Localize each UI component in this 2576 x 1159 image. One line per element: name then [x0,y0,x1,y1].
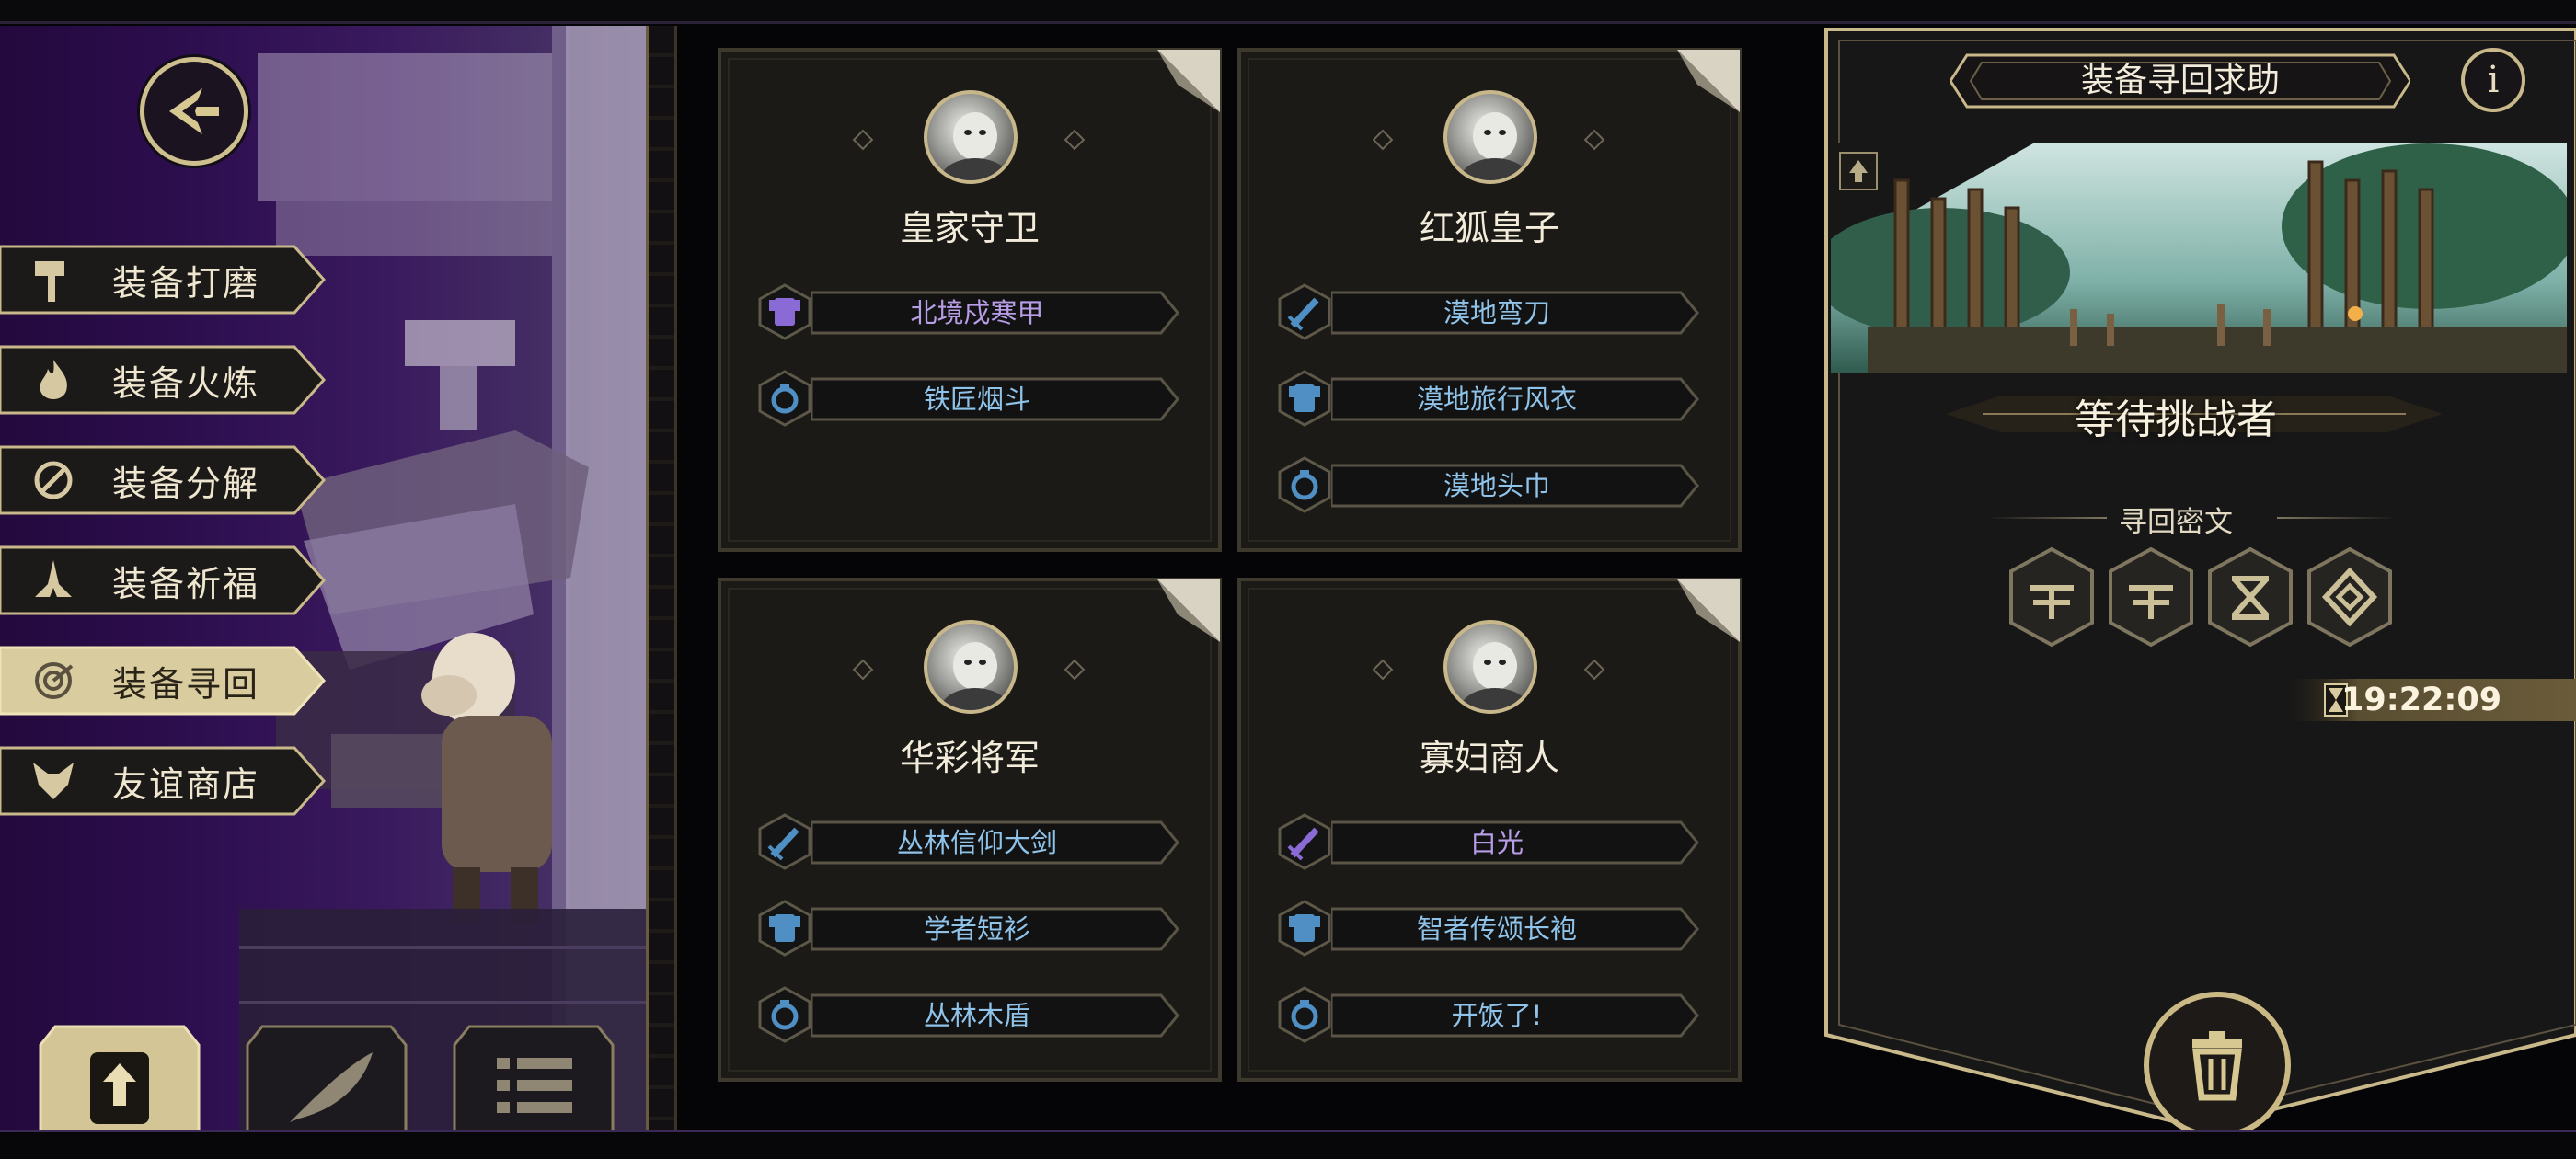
cipher-runes [2006,545,2396,648]
equipment-item[interactable]: 丛林信仰大剑 [756,813,1179,870]
character-name: 寡妇商人 [1419,738,1559,778]
info-button[interactable]: i [2461,48,2525,112]
left-panel: 装备打磨 装备火炼 装备分解 装备祈福 装备寻回 友谊商店 [0,26,649,1130]
sword-icon [1278,813,1331,870]
menu-item-label: 装备打磨 [112,262,260,304]
armor-icon [758,283,811,340]
menu-item-polish[interactable]: 装备打磨 [0,243,331,316]
menu-item-label: 装备分解 [112,463,260,504]
menu-item-retrieve[interactable]: 装备寻回 [0,644,331,717]
menu-item-bless[interactable]: 装备祈福 [0,544,331,617]
sword-icon [1278,283,1331,340]
delete-button[interactable] [2144,992,2291,1139]
flame-icon [22,349,85,411]
panel-title: 装备寻回求助 [2080,62,2280,99]
top-border [0,0,2576,24]
side-menu: 装备打磨 装备火炼 装备分解 装备祈福 装备寻回 友谊商店 [0,243,331,844]
back-arrow-icon [169,88,219,134]
info-icon: i [2487,59,2500,101]
rune-1-icon[interactable] [2006,545,2098,648]
challenger-card[interactable]: 皇家守卫 北境戍寒甲 铁匠烟斗 [718,48,1222,552]
character-name: 皇家守卫 [899,208,1040,248]
menu-item-label: 装备火炼 [112,362,260,404]
equipment-item[interactable]: 学者短衫 [756,900,1179,957]
rune-4-icon[interactable] [2304,545,2396,648]
back-button[interactable] [140,57,248,166]
ring-icon [1278,986,1331,1043]
equipment-name: 丛林信仰大剑 [896,827,1057,858]
character-portrait [1443,90,1537,184]
fox-head-icon [22,750,85,812]
character-portrait [1443,620,1537,714]
equipment-item[interactable]: 北境戍寒甲 [756,283,1179,340]
equipment-name: 漠地头巾 [1443,470,1550,501]
armor-icon [758,900,811,957]
tab-feather[interactable] [244,1021,409,1130]
stage-landscape-image [1831,143,2567,373]
ring-icon [758,370,811,427]
cipher-line-right [2277,517,2397,519]
equipment-item[interactable]: 铁匠烟斗 [756,370,1179,427]
equipment-name: 丛林木盾 [923,1000,1030,1031]
equipment-name: 漠地旅行风衣 [1416,384,1577,415]
trash-icon [2192,1031,2242,1101]
disassemble-icon [22,449,85,511]
status-text: 等待挑战者 [2075,396,2277,443]
menu-item-friendship-shop[interactable]: 友谊商店 [0,744,331,818]
menu-item-label: 装备寻回 [112,663,260,705]
equipment-name: 白光 [1469,827,1524,858]
tab-upload[interactable] [37,1021,202,1130]
equipment-name: 北境戍寒甲 [910,297,1044,328]
equipment-item[interactable]: 漠地弯刀 [1276,283,1699,340]
armor-icon [1278,900,1331,957]
right-panel: 装备寻回求助 i 等待挑战者 寻回密文 19:22:09 [1817,28,2576,1139]
equipment-name: 学者短衫 [923,913,1030,945]
tab-list[interactable] [451,1021,616,1130]
character-name: 华彩将军 [899,738,1040,778]
hammer-icon [22,248,85,311]
equipment-name: 开饭了! [1451,1000,1543,1031]
praying-hands-icon [22,549,85,612]
equipment-name: 铁匠烟斗 [923,384,1030,415]
menu-item-label: 装备祈福 [112,563,260,604]
challenger-card[interactable]: 华彩将军 丛林信仰大剑 学者短衫 丛林木盾 [718,578,1222,1082]
equipment-item[interactable]: 白光 [1276,813,1699,870]
character-portrait [924,620,1018,714]
ornamental-divider [646,26,677,1130]
ring-icon [1278,456,1331,513]
ring-icon [758,986,811,1043]
rune-2-icon[interactable] [2105,545,2197,648]
list-icon [497,1058,572,1113]
cipher-label: 寻回密文 [2119,506,2233,539]
countdown-timer: 19:22:09 [2341,682,2502,718]
armor-icon [1278,370,1331,427]
equipment-item[interactable]: 漠地头巾 [1276,456,1699,513]
retrieve-spiral-icon [22,649,85,712]
menu-item-disassemble[interactable]: 装备分解 [0,443,331,517]
rune-3-icon[interactable] [2204,545,2296,648]
equipment-item[interactable]: 开饭了! [1276,986,1699,1043]
equipment-name: 漠地弯刀 [1443,297,1550,328]
menu-item-label: 友谊商店 [112,763,260,805]
equipment-name: 智者传颂长袍 [1416,913,1577,945]
challenger-card[interactable]: 红狐皇子 漠地弯刀 漠地旅行风衣 漠地头巾 [1237,48,1742,552]
equipment-item[interactable]: 丛林木盾 [756,986,1179,1043]
bottom-border [0,1130,2576,1159]
sword-icon [758,813,811,870]
equipment-item[interactable]: 漠地旅行风衣 [1276,370,1699,427]
character-portrait [924,90,1018,184]
challenger-card[interactable]: 寡妇商人 白光 智者传颂长袍 开饭了! [1237,578,1742,1082]
equipment-item[interactable]: 智者传颂长袍 [1276,900,1699,957]
character-name: 红狐皇子 [1419,208,1559,248]
bottom-tabs [37,1021,616,1130]
menu-item-forge[interactable]: 装备火炼 [0,343,331,417]
